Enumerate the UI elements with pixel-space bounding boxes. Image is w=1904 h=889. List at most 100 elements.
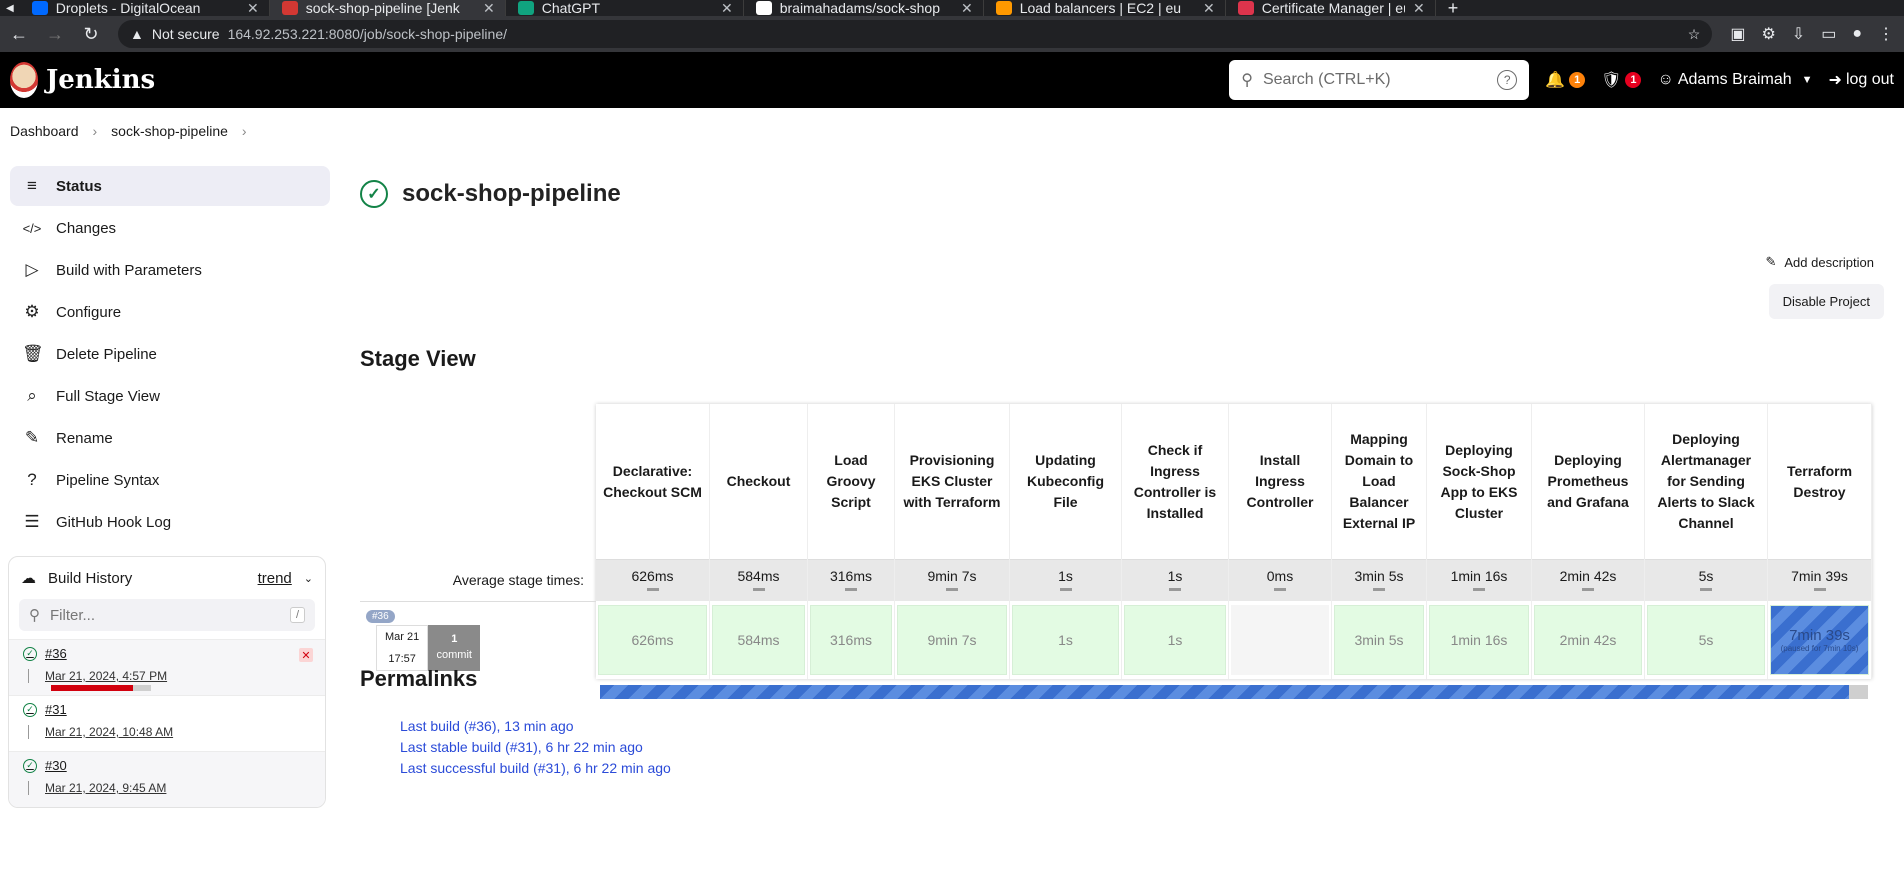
sidebar: ≡ Status </> Changes ▷ Build with Parameters ⚙… bbox=[0, 154, 340, 808]
stage-cell[interactable]: 584ms bbox=[712, 605, 805, 675]
menu-kebab-icon[interactable]: ⋮ bbox=[1878, 24, 1894, 44]
stage-cell[interactable]: 1s bbox=[1124, 605, 1226, 675]
user-menu[interactable]: ☺ Adams Braimah ▼ bbox=[1657, 71, 1812, 89]
permalinks-section: Permalinks Last build (#36), 13 min ago L… bbox=[360, 666, 671, 779]
stage-avg-time: 2min 42s bbox=[1532, 559, 1644, 601]
close-icon[interactable]: ✕ bbox=[961, 0, 973, 16]
stage-cell[interactable]: 2min 42s bbox=[1534, 605, 1642, 675]
close-icon[interactable]: ✕ bbox=[247, 0, 259, 16]
breadcrumb-chevron-icon[interactable]: › bbox=[242, 123, 247, 139]
permalink[interactable]: Last successful build (#31), 6 hr 22 min… bbox=[400, 758, 671, 779]
stage-run-time: 9min 7s bbox=[927, 632, 977, 648]
permalink[interactable]: Last stable build (#31), 6 hr 22 min ago bbox=[400, 737, 671, 758]
logout-link[interactable]: ➜ log out bbox=[1829, 70, 1894, 90]
sidebar-item-pipeline-syntax[interactable]: ? Pipeline Syntax bbox=[10, 460, 330, 500]
success-check-icon: ✓ bbox=[360, 180, 388, 208]
cancel-build-icon[interactable]: ✕ bbox=[299, 648, 313, 662]
bookmark-star-icon[interactable]: ☆ bbox=[1688, 26, 1701, 43]
extensions-icon[interactable]: ⚙ bbox=[1761, 24, 1775, 44]
add-description-link[interactable]: ✎ Add description bbox=[1765, 254, 1874, 270]
sidebar-item-status[interactable]: ≡ Status bbox=[10, 166, 330, 206]
stage-cell[interactable]: 1s bbox=[1012, 605, 1119, 675]
sidepanel-icon[interactable]: ▭ bbox=[1821, 24, 1836, 44]
trend-link[interactable]: trend bbox=[258, 570, 292, 587]
logout-label: log out bbox=[1845, 71, 1894, 88]
stage-cell[interactable]: 7min 39s (paused for 7min 10s) bbox=[1770, 605, 1869, 675]
user-name: Adams Braimah bbox=[1677, 71, 1792, 88]
security-button[interactable]: 🛡 1 bbox=[1601, 70, 1642, 90]
forward-icon[interactable]: → bbox=[46, 24, 64, 45]
notif-badge: 1 bbox=[1569, 72, 1586, 88]
filter-placeholder: Filter... bbox=[50, 606, 96, 624]
stage-cell[interactable] bbox=[1231, 605, 1329, 675]
notifications-button[interactable]: 🔔 1 bbox=[1545, 70, 1586, 90]
shield-icon: 🛡 bbox=[1601, 72, 1622, 89]
sidebar-item-build-with-parameters[interactable]: ▷ Build with Parameters bbox=[10, 250, 330, 290]
browser-tab[interactable]: sock-shop-pipeline [Jenk ✕ bbox=[269, 0, 506, 16]
translate-icon[interactable]: ▣ bbox=[1730, 24, 1745, 44]
breadcrumb-job[interactable]: sock-shop-pipeline bbox=[111, 123, 228, 139]
stage-cell[interactable]: 316ms bbox=[810, 605, 892, 675]
sidebar-item-configure[interactable]: ⚙ Configure bbox=[10, 292, 330, 332]
build-filter-input[interactable]: ⚲ Filter... / bbox=[19, 599, 315, 631]
back-icon[interactable]: ← bbox=[10, 24, 28, 45]
stage-run-time: 2min 42s bbox=[1559, 632, 1617, 648]
stage-column: Deploying Prometheus and Grafana 2min 42s… bbox=[1532, 404, 1645, 679]
search-input[interactable]: ⚲ Search (CTRL+K) ? bbox=[1229, 60, 1530, 100]
download-icon[interactable]: ⇩ bbox=[1792, 24, 1805, 44]
sidebar-item-rename[interactable]: ✎ Rename bbox=[10, 418, 330, 458]
build-history-row[interactable]: ✓ #31 Mar 21, 2024, 10:48 AM bbox=[9, 695, 325, 751]
search-help-icon[interactable]: ? bbox=[1497, 70, 1518, 90]
sidebar-item-changes[interactable]: </> Changes bbox=[10, 208, 330, 248]
browser-tab[interactable]: Load balancers | EC2 | eu ✕ bbox=[984, 0, 1226, 16]
close-icon[interactable]: ✕ bbox=[1203, 0, 1215, 16]
commit-number: 1 bbox=[451, 632, 458, 645]
stage-cell[interactable]: 626ms bbox=[598, 605, 707, 675]
build-tag[interactable]: #36 bbox=[366, 610, 395, 623]
profile-avatar-icon[interactable]: ● bbox=[1852, 25, 1862, 43]
chevron-down-icon[interactable]: ⌄ bbox=[304, 572, 313, 585]
jenkins-home-link[interactable]: Jenkins bbox=[10, 62, 155, 98]
build-history-row[interactable]: ✓ #36 Mar 21, 2024, 4:57 PM ✕ bbox=[9, 639, 325, 695]
stage-cell[interactable]: 9min 7s bbox=[897, 605, 1007, 675]
stage-header: Load Groovy Script bbox=[808, 404, 894, 559]
build-history-row[interactable]: ✓ #30 Mar 21, 2024, 9:45 AM bbox=[9, 751, 325, 807]
browser-tab[interactable]: braimahadams/sock-shop ✕ bbox=[744, 0, 984, 16]
close-icon[interactable]: ✕ bbox=[721, 0, 733, 16]
sidebar-item-delete-pipeline[interactable]: 🗑 Delete Pipeline bbox=[10, 334, 330, 374]
reload-icon[interactable]: ↻ bbox=[82, 24, 100, 45]
close-icon[interactable]: ✕ bbox=[483, 0, 495, 16]
browser-tab[interactable]: Droplets - DigitalOcean ✕ bbox=[20, 0, 270, 16]
tab-favicon-icon bbox=[755, 1, 772, 15]
new-tab-button[interactable]: + bbox=[1448, 0, 1459, 16]
stage-cell[interactable]: 3min 5s bbox=[1334, 605, 1424, 675]
disable-project-button[interactable]: Disable Project bbox=[1768, 284, 1884, 319]
stage-cell[interactable]: 5s bbox=[1647, 605, 1765, 675]
close-icon[interactable]: ✕ bbox=[1413, 0, 1425, 16]
sidebar-item-github-hook-log[interactable]: ☰ GitHub Hook Log bbox=[10, 502, 330, 542]
permalinks-heading: Permalinks bbox=[360, 666, 478, 691]
search-icon: ⚲ bbox=[29, 607, 40, 624]
build-number[interactable]: #30 bbox=[45, 758, 67, 773]
sidebar-item-label: Pipeline Syntax bbox=[56, 471, 160, 489]
sidebar-item-full-stage-view[interactable]: ⌕ Full Stage View bbox=[10, 376, 330, 416]
address-bar[interactable]: ▲ Not secure 164.92.253.221:8080/job/soc… bbox=[118, 20, 1713, 48]
permalink[interactable]: Last build (#36), 13 min ago bbox=[400, 716, 671, 737]
build-number[interactable]: #31 bbox=[45, 702, 67, 717]
build-date[interactable]: Mar 21, 2024, 10:48 AM bbox=[28, 725, 313, 739]
tab-title: sock-shop-pipeline [Jenk bbox=[305, 0, 460, 16]
warning-icon: ▲ bbox=[130, 26, 144, 42]
breadcrumb-dashboard[interactable]: Dashboard bbox=[10, 123, 79, 139]
stage-cell[interactable]: 1min 16s bbox=[1429, 605, 1529, 675]
sidebar-item-label: Full Stage View bbox=[56, 387, 160, 405]
tab-list-chevron-icon[interactable]: ◀ bbox=[6, 3, 14, 14]
browser-tab[interactable]: Certificate Manager | eu ✕ bbox=[1226, 0, 1436, 16]
build-date[interactable]: Mar 21, 2024, 9:45 AM bbox=[28, 781, 313, 795]
stage-column: Provisioning EKS Cluster with Terraform 9… bbox=[895, 404, 1010, 679]
build-number[interactable]: #36 bbox=[45, 646, 67, 661]
build-date[interactable]: Mar 21, 2024, 4:57 PM bbox=[28, 669, 313, 683]
build-progress-bar bbox=[600, 685, 1868, 699]
browser-tab[interactable]: ChatGPT ✕ bbox=[506, 0, 744, 16]
commit-count[interactable]: 1 commit bbox=[428, 624, 481, 671]
stage-header: Deploying Prometheus and Grafana bbox=[1532, 404, 1644, 559]
